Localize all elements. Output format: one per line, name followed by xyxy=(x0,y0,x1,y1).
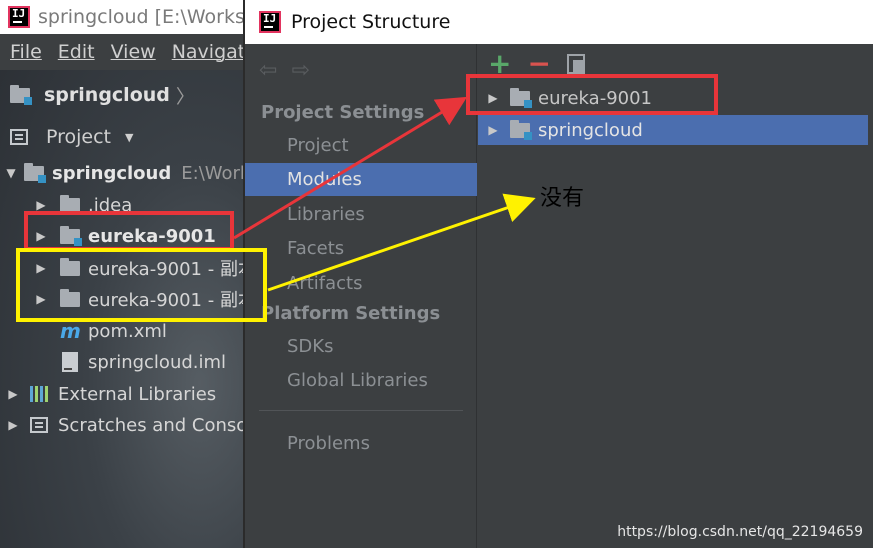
tree-root[interactable]: ▼ springcloud E:\Work xyxy=(4,158,250,188)
tree-item-label: External Libraries xyxy=(58,383,217,405)
tree-item-eureka-copy-1[interactable]: ▶ eureka-9001 - 副本 xyxy=(34,253,250,283)
platform-settings-header: Platform Settings xyxy=(261,303,441,324)
dropdown-arrow-icon: ▼ xyxy=(125,130,134,144)
module-folder-icon xyxy=(24,162,46,183)
sidebar-item-project[interactable]: Project xyxy=(245,129,477,162)
module-folder-icon xyxy=(510,87,532,108)
collapsed-arrow-icon[interactable]: ▶ xyxy=(6,387,20,401)
tree-item-eureka-9001[interactable]: ▶ eureka-9001 xyxy=(34,221,216,251)
module-folder-icon xyxy=(60,225,82,246)
folder-icon xyxy=(60,194,80,213)
module-folder-icon xyxy=(510,119,532,140)
tree-root-label: springcloud xyxy=(52,162,172,184)
sidebar-item-artifacts[interactable]: Artifacts xyxy=(245,267,477,300)
collapsed-arrow-icon[interactable]: ▶ xyxy=(34,292,48,306)
module-file-icon xyxy=(62,352,78,372)
tree-item-label: eureka-9001 - 副本 xyxy=(88,290,250,311)
watermark: https://blog.csdn.net/qq_22194659 xyxy=(617,524,863,540)
nav-root-label[interactable]: springcloud xyxy=(44,84,170,106)
sidebar-item-facets[interactable]: Facets xyxy=(245,232,477,265)
module-label: springcloud xyxy=(538,119,643,141)
project-view-label: Project xyxy=(46,126,112,148)
back-arrow-icon[interactable]: ⇦ xyxy=(259,58,277,83)
sidebar-item-sdks[interactable]: SDKs xyxy=(245,330,477,363)
add-module-button[interactable]: + xyxy=(488,50,511,78)
folder-icon xyxy=(60,257,80,276)
chevron-right-icon: 〉 xyxy=(175,85,195,108)
sidebar-item-modules[interactable]: Modules xyxy=(245,163,477,196)
tree-item-pom[interactable]: m pom.xml xyxy=(60,316,167,346)
tree-item-iml[interactable]: springcloud.iml xyxy=(62,347,226,377)
module-row-eureka-9001[interactable]: ▶ eureka-9001 xyxy=(478,83,868,113)
project-view-selector[interactable]: Project ▼ xyxy=(10,120,133,154)
sidebar-divider xyxy=(259,410,463,411)
collapsed-arrow-icon[interactable]: ▶ xyxy=(486,91,500,105)
scratches-icon xyxy=(30,417,48,433)
collapsed-arrow-icon[interactable]: ▶ xyxy=(6,418,20,432)
tree-root-path: E:\Work xyxy=(181,162,250,184)
navigation-bar: springcloud 〉 xyxy=(10,76,195,114)
ide-titlebar: springcloud [E:\Worksp xyxy=(0,0,250,34)
ide-window: springcloud [E:\Worksp File Edit View Na… xyxy=(0,0,250,548)
folder-icon xyxy=(60,288,80,307)
dialog-titlebar: Project Structure xyxy=(245,0,873,44)
remove-module-button[interactable]: − xyxy=(527,50,550,78)
history-arrows: ⇦ ⇨ xyxy=(259,58,310,83)
tree-item-label: .idea xyxy=(88,194,133,216)
tree-item-idea[interactable]: ▶ .idea xyxy=(34,190,132,220)
maven-icon: m xyxy=(60,319,81,343)
expanded-arrow-icon[interactable]: ▼ xyxy=(4,166,18,180)
project-settings-header: Project Settings xyxy=(261,102,425,123)
tree-item-label: springcloud.iml xyxy=(88,351,227,373)
sidebar-item-problems[interactable]: Problems xyxy=(245,427,477,460)
menu-file[interactable]: File xyxy=(10,41,42,63)
sidebar-item-global-libraries[interactable]: Global Libraries xyxy=(245,364,477,397)
module-folder-icon xyxy=(10,84,32,105)
module-label: eureka-9001 xyxy=(538,87,653,109)
forward-arrow-icon[interactable]: ⇨ xyxy=(291,58,309,83)
tree-item-label: Scratches and Consol xyxy=(58,414,250,436)
project-view-icon xyxy=(10,129,28,145)
ide-title: springcloud [E:\Worksp xyxy=(38,6,250,28)
project-structure-dialog: Project Structure ⇦ ⇨ Project Settings P… xyxy=(243,0,873,548)
sidebar-item-libraries[interactable]: Libraries xyxy=(245,198,477,231)
tree-item-scratches[interactable]: ▶ Scratches and Consol xyxy=(6,410,250,440)
copy-icon[interactable] xyxy=(566,54,585,74)
dialog-title: Project Structure xyxy=(291,11,451,33)
collapsed-arrow-icon[interactable]: ▶ xyxy=(34,229,48,243)
settings-sidebar: ⇦ ⇨ Project Settings Project Modules Lib… xyxy=(245,44,477,548)
modules-toolbar: + − xyxy=(488,50,585,78)
collapsed-arrow-icon[interactable]: ▶ xyxy=(486,123,500,137)
libraries-icon xyxy=(30,386,50,402)
module-row-springcloud[interactable]: ▶ springcloud xyxy=(478,115,868,145)
tree-item-external-libraries[interactable]: ▶ External Libraries xyxy=(6,379,216,409)
menu-navigate[interactable]: Navigate xyxy=(172,41,250,63)
tree-item-label: eureka-9001 - 副本 xyxy=(88,259,250,280)
tree-item-label: eureka-9001 xyxy=(88,225,216,247)
ide-menubar: File Edit View Navigate xyxy=(0,34,250,70)
intellij-logo-icon xyxy=(8,6,30,28)
annotation-note: 没有 xyxy=(540,186,585,211)
collapsed-arrow-icon[interactable]: ▶ xyxy=(34,261,48,275)
menu-view[interactable]: View xyxy=(111,41,156,63)
menu-edit[interactable]: Edit xyxy=(58,41,95,63)
intellij-logo-icon xyxy=(259,11,281,33)
modules-panel: + − ▶ eureka-9001 ▶ springcloud xyxy=(478,44,873,548)
tree-item-eureka-copy-2[interactable]: ▶ eureka-9001 - 副本 xyxy=(34,284,250,314)
tree-item-label: pom.xml xyxy=(88,320,167,342)
collapsed-arrow-icon[interactable]: ▶ xyxy=(34,198,48,212)
